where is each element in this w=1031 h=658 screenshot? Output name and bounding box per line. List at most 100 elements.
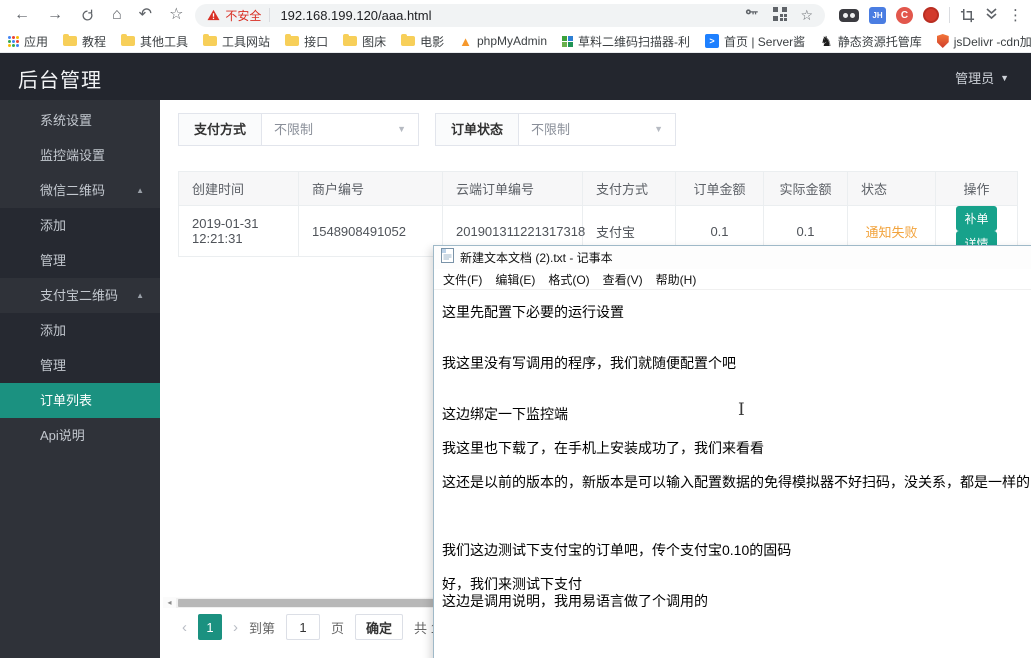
filter-bar: 支付方式 不限制 ▼ 订单状态 不限制 ▼ xyxy=(178,113,677,146)
goto-page-unit: 页 xyxy=(331,620,345,636)
bookmarks-bar: 应用 教程 其他工具 工具网站 接口 图床 电影 ▲ phpMyAdmin 草料二… xyxy=(0,30,1031,53)
not-secure-label[interactable]: 不安全 xyxy=(225,7,261,24)
notepad-window: 新建文本文档 (2).txt - 记事本 文件(F) 编辑(E) 格式(O) 查… xyxy=(433,245,1031,658)
password-key-icon[interactable] xyxy=(743,5,760,25)
col-pay-method: 支付方式 xyxy=(582,171,676,206)
user-menu[interactable]: 管理员 ▼ xyxy=(955,68,1009,87)
chevron-up-icon: ▲ xyxy=(136,186,144,195)
back-icon[interactable]: ← xyxy=(14,7,30,23)
bookmark-folder-jiekou[interactable]: 接口 xyxy=(285,33,328,50)
bookmark-caoliao-qr[interactable]: 草料二维码扫描器-利 xyxy=(562,33,690,50)
prev-page-button[interactable]: ‹ xyxy=(182,619,187,636)
bookmark-folder-tuchuang[interactable]: 图床 xyxy=(343,33,386,50)
next-page-button[interactable]: › xyxy=(233,619,238,636)
extension-jh-icon[interactable]: JH xyxy=(869,6,886,24)
menu-help[interactable]: 帮助(H) xyxy=(656,271,697,288)
chevron-down-icon: ▼ xyxy=(1000,72,1009,83)
filter-order-status-label: 订单状态 xyxy=(435,113,520,146)
forward-icon[interactable]: → xyxy=(47,7,63,23)
notepad-line: 好，我们来测试下支付 xyxy=(442,576,582,592)
sidebar-item-alipay-add[interactable]: 添加 xyxy=(0,313,160,348)
browser-toolbar: ← → ⌂ ↶ ☆ 不安全 192.168.199.120/aaa.html ☆… xyxy=(0,0,1031,30)
star-icon[interactable]: ☆ xyxy=(169,7,183,23)
crop-icon[interactable] xyxy=(960,8,975,23)
url-text[interactable]: 192.168.199.120/aaa.html xyxy=(280,8,743,23)
notepad-line: 我这里没有写调用的程序，我们就随便配置个吧 xyxy=(442,355,736,371)
sidebar-group-wechat-qr[interactable]: 微信二维码 ▲ xyxy=(0,173,160,208)
bookmark-star-icon[interactable]: ☆ xyxy=(800,7,813,24)
bookmark-apps[interactable]: 应用 xyxy=(8,33,48,50)
filter-order-status-select[interactable]: 不限制 ▼ xyxy=(519,113,677,146)
chevron-down-icon: ▼ xyxy=(654,124,664,134)
reload-icon[interactable] xyxy=(80,8,95,23)
cell-merchant-id: 1548908491052 xyxy=(298,205,443,257)
horse-icon: ♞ xyxy=(820,33,833,49)
notepad-file-icon xyxy=(441,247,454,268)
sidebar-group-alipay-qr[interactable]: 支付宝二维码 ▲ xyxy=(0,278,160,313)
filter-pay-method-select[interactable]: 不限制 ▼ xyxy=(262,113,420,146)
qr-code-icon[interactable] xyxy=(773,6,788,24)
qr-scanner-icon xyxy=(562,35,574,47)
notepad-line: 这还是以前的版本的，新版本是可以输入配置数据的免得模拟器不好扫码，没关系，都是一… xyxy=(442,474,1031,490)
menu-file[interactable]: 文件(F) xyxy=(443,271,482,288)
notepad-line xyxy=(442,457,1031,474)
menu-format[interactable]: 格式(O) xyxy=(548,271,589,288)
menu-edit[interactable]: 编辑(E) xyxy=(495,271,535,288)
col-order-amount: 订单金额 xyxy=(675,171,764,206)
notepad-line xyxy=(442,559,1031,576)
phpmyadmin-icon: ▲ xyxy=(459,33,472,49)
scroll-left-arrow-icon[interactable]: ◂ xyxy=(163,598,176,607)
url-separator xyxy=(269,8,271,22)
sidebar-item-order-list[interactable]: 订单列表 xyxy=(0,383,160,418)
sidebar-item-alipay-manage[interactable]: 管理 xyxy=(0,348,160,383)
menu-view[interactable]: 查看(V) xyxy=(603,271,643,288)
notepad-line xyxy=(442,423,1031,440)
bookmark-jsdelivr[interactable]: jsDelivr -cdn加速 xyxy=(936,33,1031,50)
current-page-button[interactable]: 1 xyxy=(198,614,222,640)
extension-glasses-icon[interactable] xyxy=(839,8,859,22)
bookmark-folder-qitagongju[interactable]: 其他工具 xyxy=(121,33,188,50)
notepad-line: 这里先配置下必要的运行设置 xyxy=(442,304,624,320)
folder-icon xyxy=(121,34,136,46)
notepad-line xyxy=(442,508,1031,525)
url-bar[interactable]: 不安全 192.168.199.120/aaa.html ☆ xyxy=(195,3,825,27)
bookmark-folder-gongjuwangzhan[interactable]: 工具网站 xyxy=(203,33,270,50)
reissue-button[interactable]: 补单 xyxy=(956,206,997,231)
folder-icon xyxy=(63,34,78,46)
undo-icon[interactable]: ↶ xyxy=(139,7,152,23)
sidebar-item-system-settings[interactable]: 系统设置 xyxy=(0,103,160,138)
goto-page-input[interactable]: 1 xyxy=(286,614,321,640)
sidebar-item-wechat-manage[interactable]: 管理 xyxy=(0,243,160,278)
folder-icon xyxy=(343,34,358,46)
folder-icon xyxy=(401,34,416,46)
notepad-line xyxy=(442,491,1031,508)
home-icon[interactable]: ⌂ xyxy=(112,7,122,23)
folder-icon xyxy=(203,34,218,46)
filter-pay-method-label: 支付方式 xyxy=(178,113,263,146)
not-secure-warning-icon xyxy=(207,9,220,21)
sidebar-item-monitor-settings[interactable]: 监控端设置 xyxy=(0,138,160,173)
sidebar: 系统设置 监控端设置 微信二维码 ▲ 添加 管理 支付宝二维码 ▲ 添加 管理 订单… xyxy=(0,100,160,658)
bookmark-static-repo[interactable]: ♞ 静态资源托管库 xyxy=(820,33,922,50)
col-actions: 操作 xyxy=(935,171,1018,206)
sidebar-item-wechat-add[interactable]: 添加 xyxy=(0,208,160,243)
bookmark-folder-jiaocheng[interactable]: 教程 xyxy=(63,33,106,50)
notepad-line xyxy=(442,338,1031,355)
bookmark-phpmyadmin[interactable]: ▲ phpMyAdmin xyxy=(459,34,547,48)
notepad-text-area[interactable]: 这里先配置下必要的运行设置 我这里没有写调用的程序，我们就随便配置个吧 这边绑定… xyxy=(434,291,1031,658)
col-actual-amount: 实际金额 xyxy=(763,171,848,206)
extension-red-c-icon[interactable]: C xyxy=(896,6,913,24)
browser-menu-icon[interactable]: ⋮ xyxy=(1008,6,1023,24)
notepad-menubar: 文件(F) 编辑(E) 格式(O) 查看(V) 帮助(H) xyxy=(434,269,1031,290)
notepad-titlebar: 新建文本文档 (2).txt - 记事本 xyxy=(434,246,1031,269)
filter-pay-method: 支付方式 不限制 ▼ xyxy=(178,113,420,146)
chevron-up-icon: ▲ xyxy=(136,291,144,300)
bookmark-folder-dianying[interactable]: 电影 xyxy=(401,33,444,50)
double-chevron-down-icon[interactable] xyxy=(985,7,998,24)
extension-red-dot-icon[interactable] xyxy=(923,7,939,23)
confirm-button[interactable]: 确定 xyxy=(355,614,404,640)
bookmark-server-chan[interactable]: > 首页 | Server酱 xyxy=(705,33,805,50)
folder-icon xyxy=(285,34,300,46)
col-status: 状态 xyxy=(847,171,936,206)
sidebar-item-api-docs[interactable]: Api说明 xyxy=(0,418,160,453)
